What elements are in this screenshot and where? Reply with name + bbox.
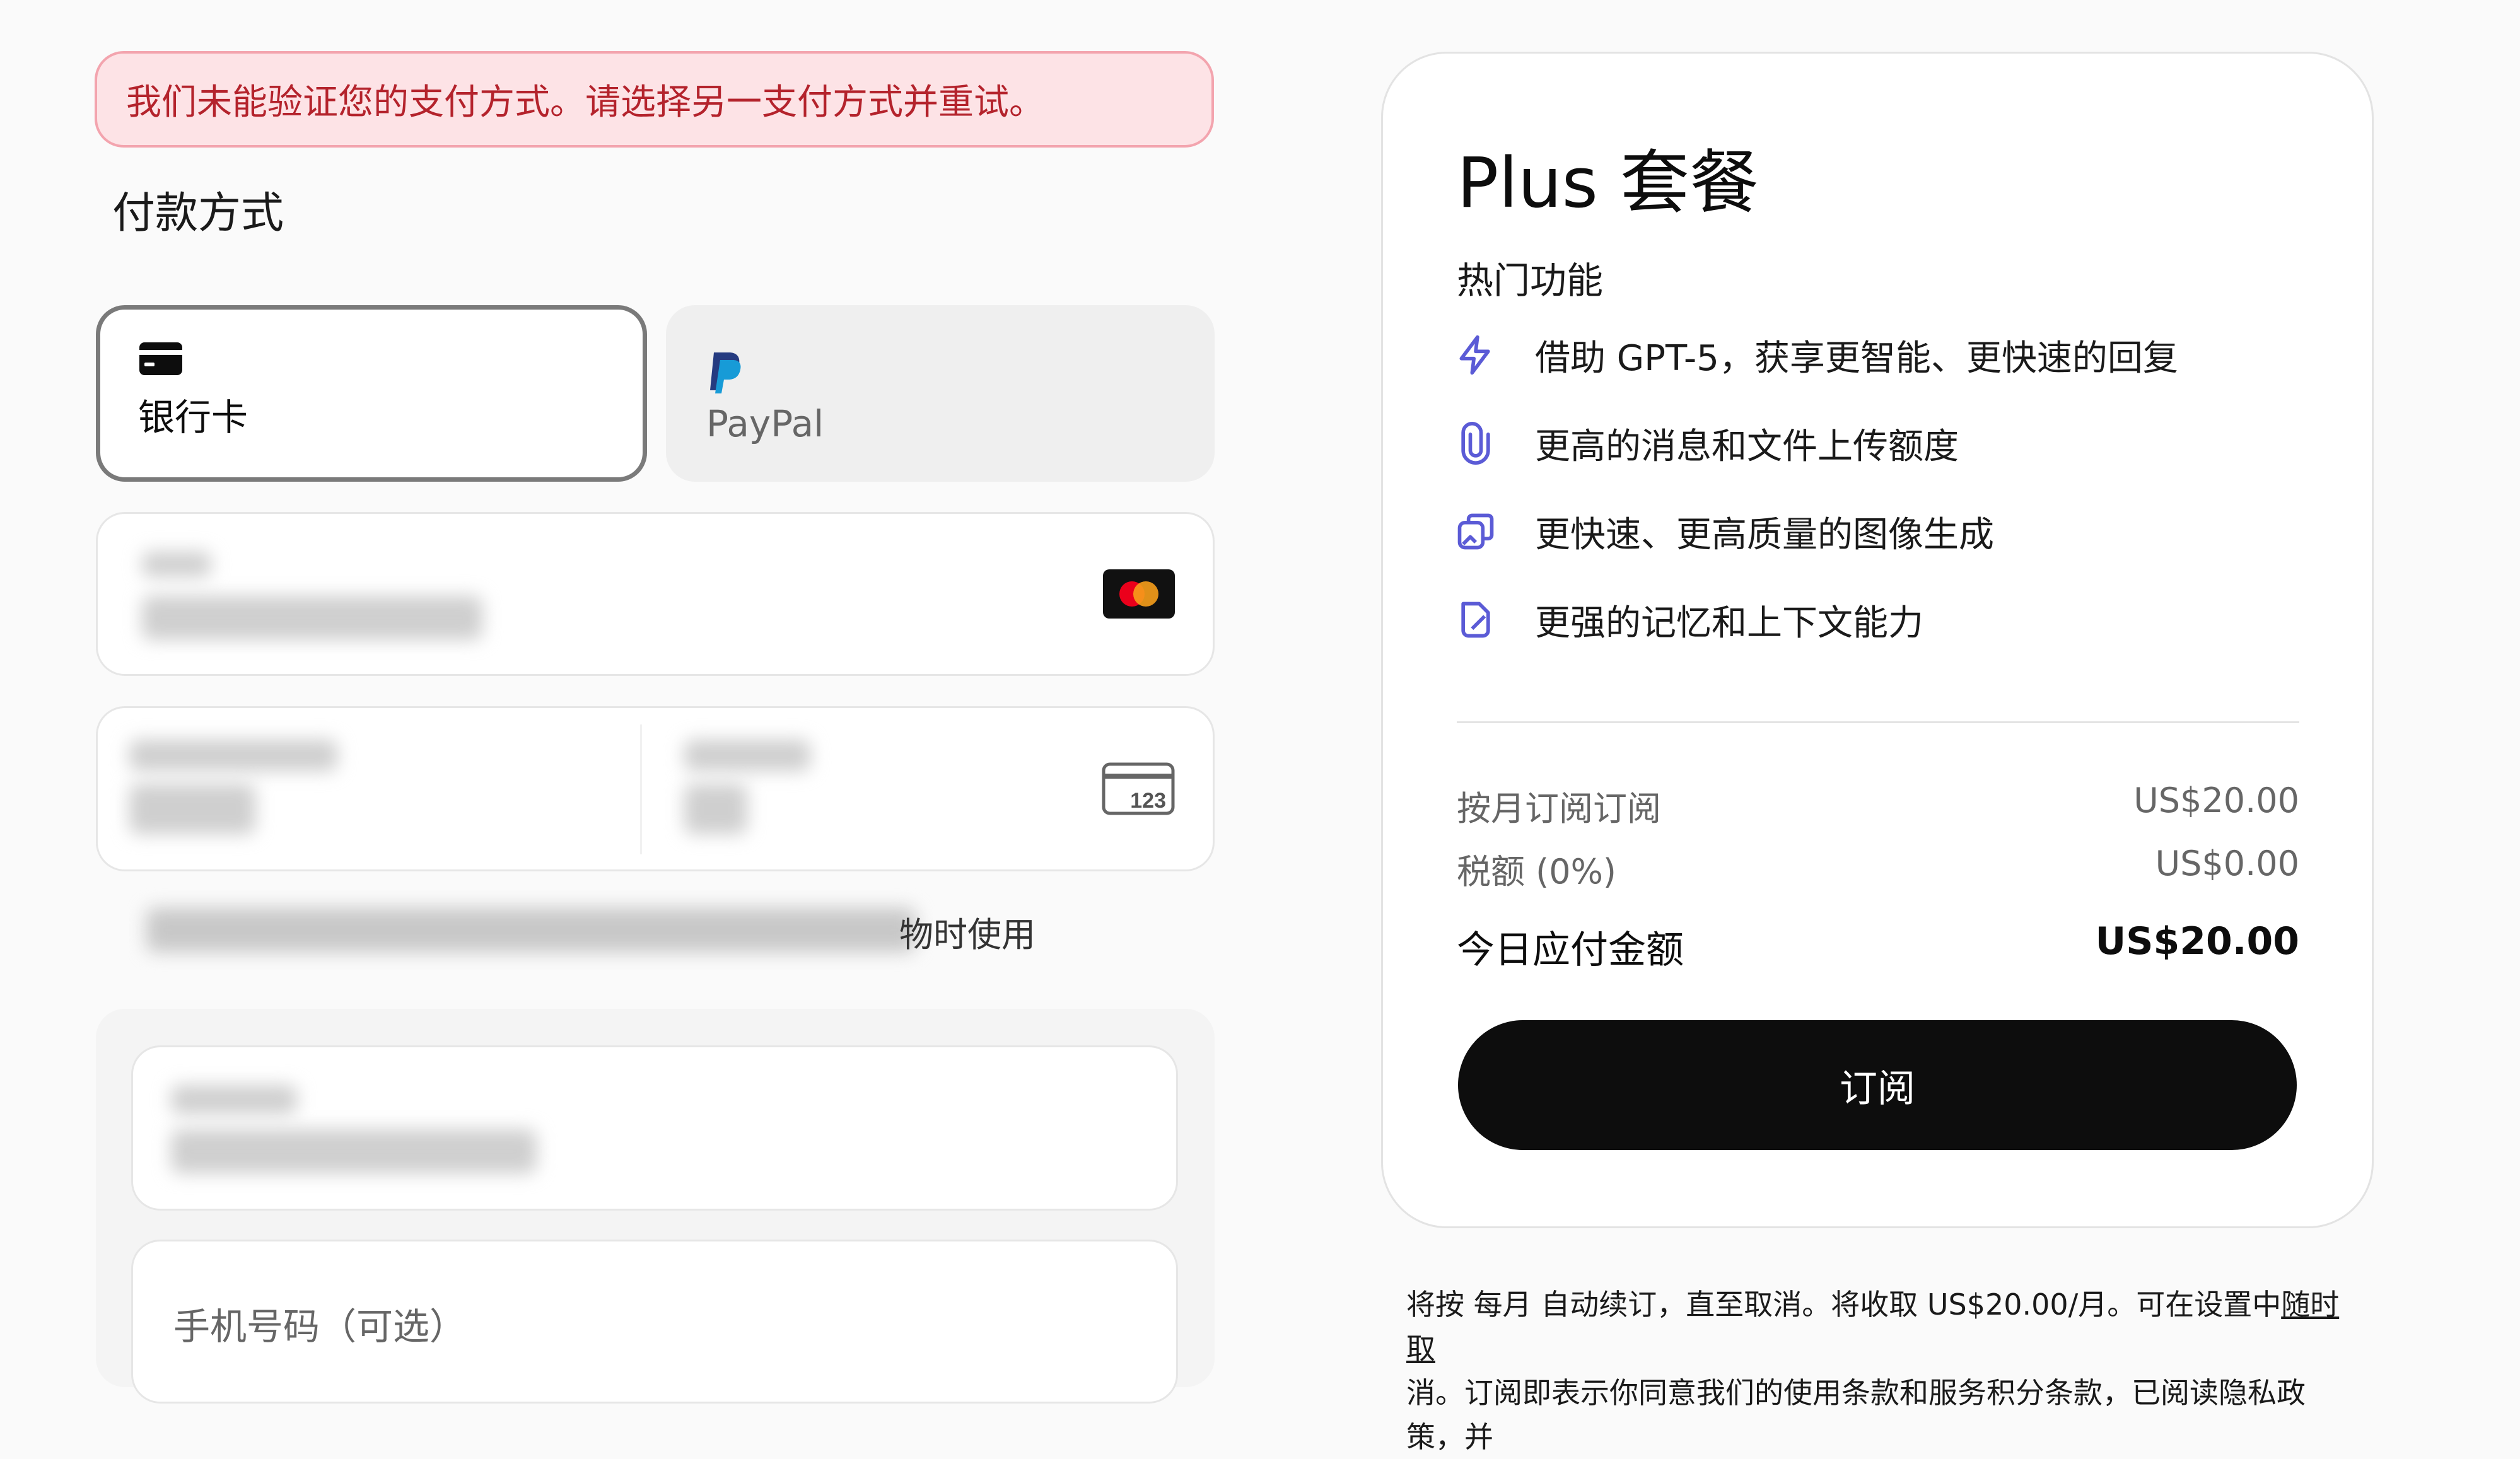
memory-icon xyxy=(1461,602,1490,638)
tab-bank-card[interactable]: 银行卡 xyxy=(96,305,647,482)
feature-item: 更高的消息和文件上传额度 xyxy=(1454,415,1959,472)
phone-field[interactable]: 手机号码（可选） xyxy=(131,1240,1178,1404)
name-field[interactable] xyxy=(131,1045,1178,1211)
feature-text: 更强的记忆和上下文能力 xyxy=(1535,602,1923,644)
features-label: 热门功能 xyxy=(1457,259,1604,302)
subscribe-button[interactable]: 订阅 xyxy=(1458,1020,2297,1150)
footnote-text-2: 消。订阅即表示你同意我们的使用条款和服务积分条款，已阅读隐私政策，并 xyxy=(1406,1376,2306,1454)
expiry-cvc-field[interactable]: 123 xyxy=(96,706,1215,871)
credit-card-icon xyxy=(138,340,643,378)
plan-title: Plus 套餐 xyxy=(1457,142,1759,223)
total-label: 今日应付金额 xyxy=(1457,928,1684,972)
feature-text: 借助 GPT-5，获享更智能、更快速的回复 xyxy=(1535,337,2178,379)
payment-method-title: 付款方式 xyxy=(112,189,284,238)
line-item-monthly: 按月订阅订阅 US$20.00 xyxy=(1457,781,2299,830)
paperclip-icon xyxy=(1461,422,1490,465)
phone-field-label: 手机号码（可选） xyxy=(173,1305,467,1348)
line-item-label: 税额 (0%) xyxy=(1457,852,1616,892)
line-item-tax: 税额 (0%) US$0.00 xyxy=(1457,844,2299,893)
tab-bank-card-label: 银行卡 xyxy=(138,396,248,439)
paypal-icon xyxy=(706,352,1215,393)
feature-text: 更高的消息和文件上传额度 xyxy=(1535,426,1959,467)
feature-text: 更快速、更高质量的图像生成 xyxy=(1535,514,1994,555)
error-banner: 我们未能验证您的支付方式。请选择另一支付方式并重试。 xyxy=(95,51,1214,148)
total-amount: US$20.00 xyxy=(2095,919,2299,963)
error-message: 我们未能验证您的支付方式。请选择另一支付方式并重试。 xyxy=(126,82,1044,123)
footnote-text: 将按 每月 自动续订，直至取消。将收取 US$20.00/月。可在设置中 xyxy=(1406,1288,2282,1322)
plan-divider xyxy=(1457,721,2299,723)
line-item-label: 按月订阅订阅 xyxy=(1457,789,1661,828)
svg-text:123: 123 xyxy=(1130,789,1166,813)
save-card-text: 物时使用 xyxy=(899,915,1035,955)
image-gen-icon xyxy=(1457,513,1494,550)
cvc-icon: 123 xyxy=(1102,762,1175,818)
tab-paypal[interactable]: PayPal xyxy=(666,305,1215,482)
line-item-amount: US$20.00 xyxy=(2133,781,2299,820)
card-number-field[interactable] xyxy=(96,512,1215,676)
lightning-icon xyxy=(1459,335,1490,375)
mastercard-icon xyxy=(1103,569,1175,621)
feature-item: 更强的记忆和上下文能力 xyxy=(1454,591,1923,648)
tab-paypal-label: PayPal xyxy=(706,402,824,445)
line-item-amount: US$0.00 xyxy=(2155,844,2299,883)
renewal-footnote: 将按 每月 自动续订，直至取消。将收取 US$20.00/月。可在设置中随时取 … xyxy=(1406,1282,2352,1459)
save-card-row[interactable]: 物时使用 xyxy=(146,895,1067,958)
subscribe-button-label: 订阅 xyxy=(1840,1066,1915,1111)
total-due-row: 今日应付金额 US$20.00 xyxy=(1457,919,2299,974)
feature-item: 借助 GPT-5，获享更智能、更快速的回复 xyxy=(1454,327,2178,383)
feature-item: 更快速、更高质量的图像生成 xyxy=(1454,503,1994,560)
